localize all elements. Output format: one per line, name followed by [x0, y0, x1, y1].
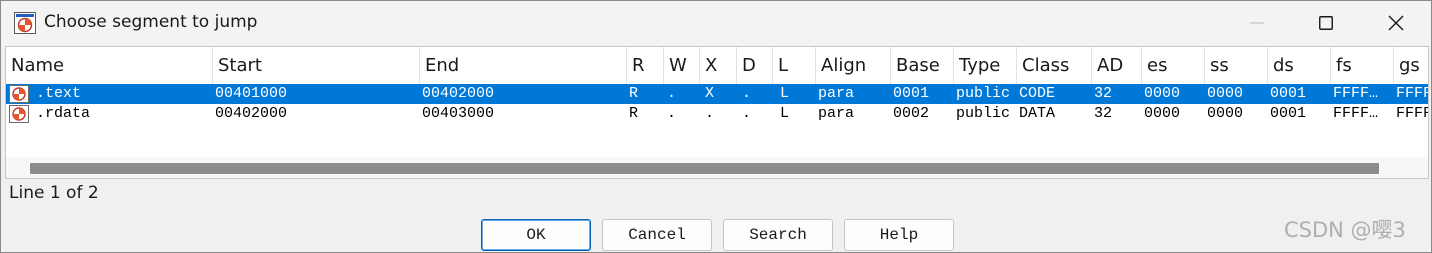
segment-w: .	[667, 85, 677, 102]
segment-ds: 0001	[1270, 105, 1307, 122]
segment-l: L	[780, 85, 790, 102]
column-header-d[interactable]: D	[737, 47, 773, 84]
segment-ss: 0000	[1207, 105, 1244, 122]
maximize-button[interactable]	[1291, 1, 1361, 45]
ida-segment-icon	[14, 12, 36, 34]
segment-name: .text	[36, 85, 82, 102]
column-header-ds[interactable]: ds	[1268, 47, 1331, 84]
segment-start: 00401000	[215, 85, 288, 102]
minimize-icon	[1250, 22, 1264, 24]
close-button[interactable]	[1361, 1, 1431, 45]
segment-d: .	[742, 85, 752, 102]
choose-segment-dialog: Choose segment to jump Name Start End R …	[0, 0, 1432, 253]
segment-w: .	[667, 105, 677, 122]
segment-ss: 0000	[1207, 85, 1244, 102]
status-line: Line 1 of 2	[9, 183, 99, 203]
column-header-name[interactable]: Name	[6, 47, 213, 84]
segment-class: DATA	[1019, 105, 1056, 122]
segment-l: L	[780, 105, 790, 122]
column-header-w[interactable]: W	[664, 47, 700, 84]
column-header-base[interactable]: Base	[891, 47, 954, 84]
segment-end: 00403000	[422, 105, 495, 122]
segment-fs: FFFF…	[1333, 105, 1379, 122]
segment-list[interactable]: Name Start End R W X D L Align Base Type…	[5, 46, 1429, 179]
cancel-button[interactable]: Cancel	[602, 219, 712, 251]
column-header-align[interactable]: Align	[816, 47, 891, 84]
column-header-end[interactable]: End	[420, 47, 627, 84]
segment-icon	[9, 85, 29, 103]
help-button[interactable]: Help	[844, 219, 954, 251]
column-header-l[interactable]: L	[773, 47, 816, 84]
segment-ad: 32	[1094, 105, 1113, 122]
segment-type: public	[956, 105, 1011, 122]
segment-r: R	[629, 85, 639, 102]
segment-ad: 32	[1094, 85, 1113, 102]
title-bar[interactable]: Choose segment to jump	[1, 1, 1431, 45]
window-title: Choose segment to jump	[44, 12, 258, 32]
segment-gs: FFFF	[1396, 105, 1429, 122]
segment-d: .	[742, 105, 752, 122]
segment-name: .rdata	[36, 105, 91, 122]
table-row[interactable]: .text 00401000 00402000 R . X . L para 0…	[6, 84, 1429, 104]
scrollbar-thumb[interactable]	[30, 163, 1379, 174]
segment-icon	[9, 105, 29, 123]
segment-class: CODE	[1019, 85, 1056, 102]
column-header-fs[interactable]: fs	[1331, 47, 1394, 84]
segment-fs: FFFF…	[1333, 85, 1379, 102]
column-header-r[interactable]: R	[627, 47, 664, 84]
table-row[interactable]: .rdata 00402000 00403000 R . . . L para …	[6, 104, 1429, 124]
search-button[interactable]: Search	[723, 219, 833, 251]
column-header-ad[interactable]: AD	[1092, 47, 1142, 84]
segment-base: 0002	[893, 105, 930, 122]
minimize-button[interactable]	[1222, 1, 1292, 45]
segment-type: public	[956, 85, 1011, 102]
column-header-start[interactable]: Start	[213, 47, 420, 84]
column-header-gs[interactable]: gs	[1394, 47, 1428, 84]
segment-es: 0000	[1144, 105, 1181, 122]
column-header-es[interactable]: es	[1142, 47, 1205, 84]
column-header: Name Start End R W X D L Align Base Type…	[6, 47, 1428, 84]
segment-es: 0000	[1144, 85, 1181, 102]
column-header-ss[interactable]: ss	[1205, 47, 1268, 84]
segment-ds: 0001	[1270, 85, 1307, 102]
column-header-type[interactable]: Type	[954, 47, 1017, 84]
segment-align: para	[818, 85, 855, 102]
segment-gs: FFFF	[1396, 85, 1429, 102]
ok-button[interactable]: OK	[481, 219, 591, 251]
column-header-x[interactable]: X	[700, 47, 737, 84]
segment-base: 0001	[893, 85, 930, 102]
close-icon	[1388, 15, 1404, 31]
segment-align: para	[818, 105, 855, 122]
segment-start: 00402000	[215, 105, 288, 122]
watermark: CSDN @嘤3	[1284, 218, 1406, 242]
segment-end: 00402000	[422, 85, 495, 102]
segment-x: .	[705, 105, 715, 122]
segment-x: X	[705, 85, 715, 102]
maximize-icon	[1319, 16, 1333, 30]
segment-r: R	[629, 105, 639, 122]
column-header-class[interactable]: Class	[1017, 47, 1092, 84]
horizontal-scrollbar[interactable]	[6, 157, 1428, 178]
